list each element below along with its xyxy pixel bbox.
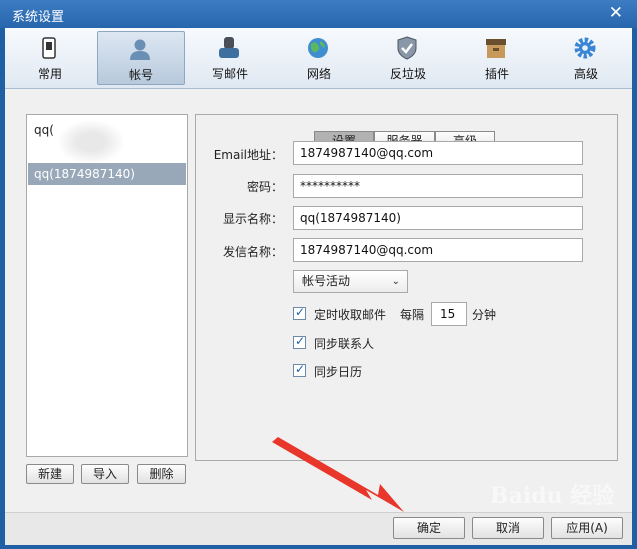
annotation-arrow [272,437,404,512]
watermark: Baidu 经验 [490,483,615,509]
